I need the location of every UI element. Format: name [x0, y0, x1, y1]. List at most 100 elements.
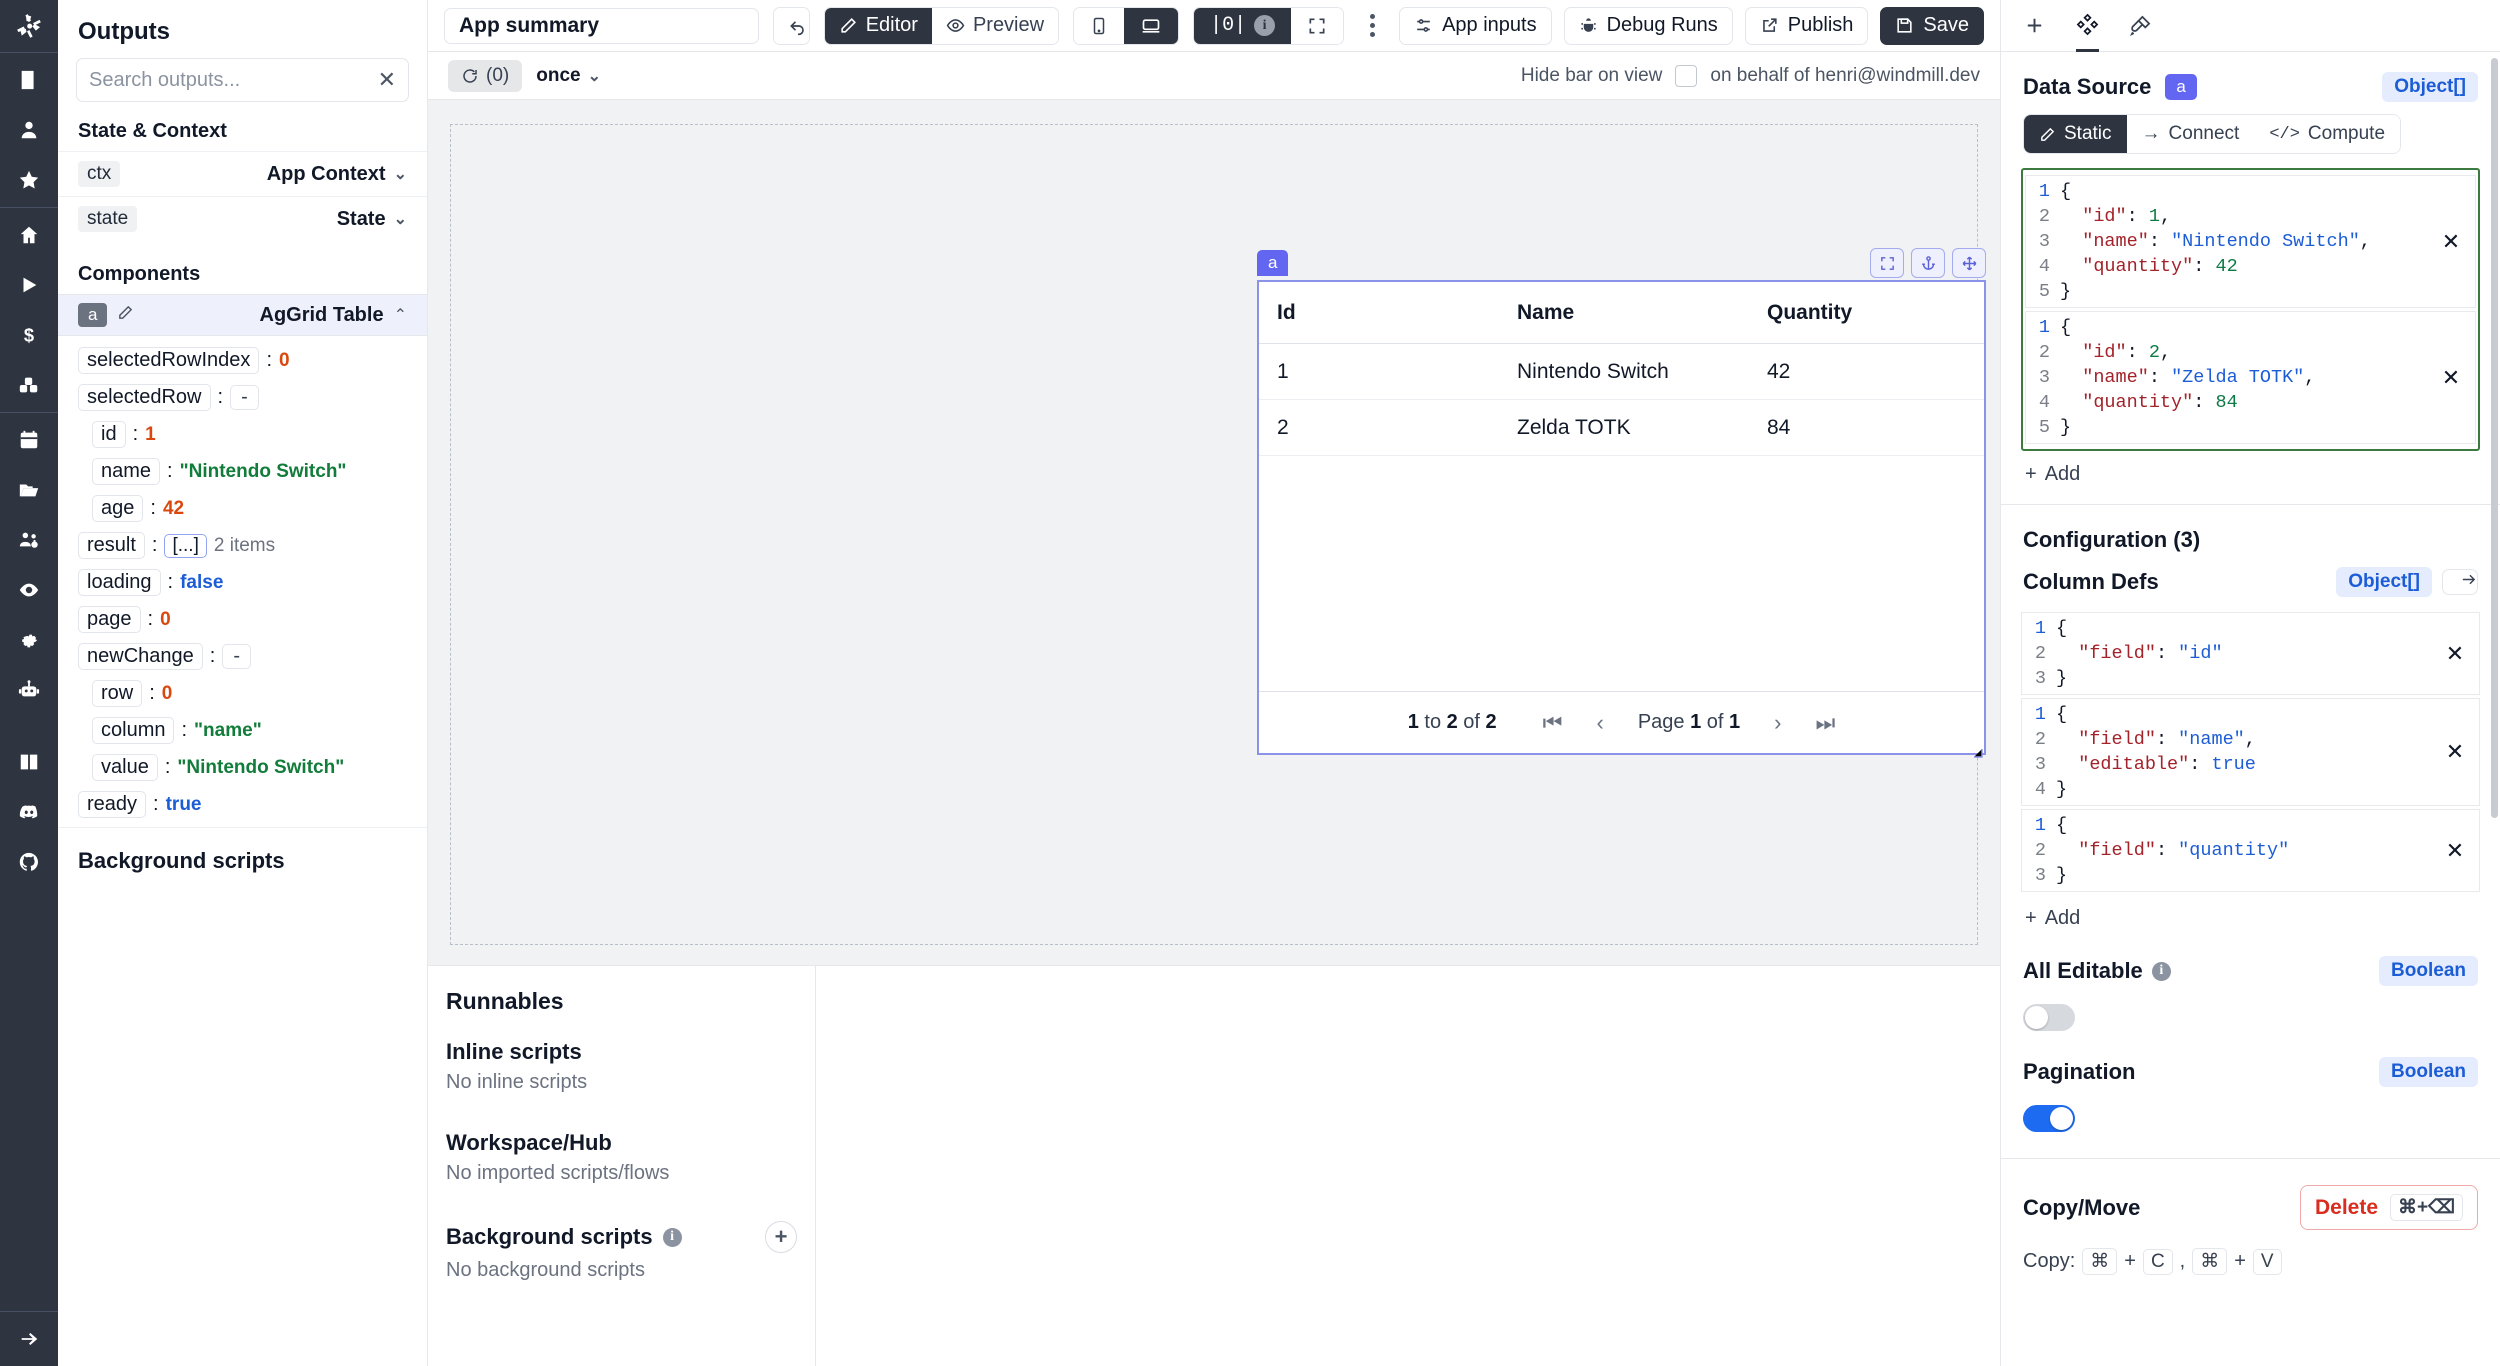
json-editor[interactable]: 1{ 2 "id": 1, 3 "name": "Nintendo Switch…	[2026, 176, 2427, 307]
app-inputs-button[interactable]: App inputs	[1399, 7, 1552, 45]
play-icon[interactable]	[12, 268, 46, 302]
component-header-aggrid[interactable]: a AgGrid Table ⌃	[58, 294, 427, 336]
clear-search-icon[interactable]: ✕	[372, 69, 396, 91]
all-editable-type-pill[interactable]: Boolean	[2379, 956, 2478, 986]
output-item[interactable]: selectedRowIndex:0	[58, 342, 427, 379]
output-item[interactable]: loading:false	[58, 564, 427, 601]
device-desktop-button[interactable]	[1124, 8, 1178, 44]
app-title-input[interactable]	[444, 8, 759, 44]
remove-item-icon[interactable]: ✕	[2431, 810, 2479, 891]
blocks-icon[interactable]	[12, 368, 46, 402]
output-item[interactable]: id:1	[58, 416, 427, 453]
json-editor[interactable]: 1{ 2 "id": 2, 3 "name": "Zelda TOTK", 4 …	[2026, 312, 2427, 443]
aggrid-table[interactable]: Id Name Quantity 1 Nintendo Switch 42	[1259, 282, 1984, 753]
mode-connect[interactable]: → Connect	[2127, 115, 2255, 153]
folder-icon[interactable]	[12, 473, 46, 507]
chevron-down-icon[interactable]: ⌄	[394, 164, 407, 184]
github-icon[interactable]	[12, 845, 46, 879]
remove-item-icon[interactable]: ✕	[2431, 613, 2479, 694]
all-editable-toggle[interactable]	[2023, 1004, 2075, 1031]
column-def-item[interactable]: 1{ 2 "field": "id" 3} ✕	[2021, 612, 2480, 695]
publish-button[interactable]: Publish	[1745, 7, 1869, 45]
debug-runs-button[interactable]: Debug Runs	[1564, 7, 1733, 45]
add-column-def-button[interactable]: + Add	[2001, 895, 2500, 942]
cell-id[interactable]: 1	[1259, 360, 1499, 384]
mode-compute[interactable]: </> Compute	[2254, 115, 2400, 153]
expand-icon[interactable]	[1870, 248, 1904, 278]
output-item[interactable]: ready:true	[58, 786, 427, 823]
aggrid-component-wrapper[interactable]: a Id Name Quantity	[1257, 280, 1986, 755]
windmill-logo-icon[interactable]	[0, 0, 58, 52]
undo-button[interactable]	[774, 8, 810, 44]
column-header-quantity[interactable]: Quantity	[1749, 301, 1984, 325]
remove-item-icon[interactable]: ✕	[2427, 176, 2475, 307]
output-item[interactable]: age:42	[58, 490, 427, 527]
table-row[interactable]: 1 Nintendo Switch 42	[1259, 344, 1984, 400]
json-editor[interactable]: 1{ 2 "field": "quantity" 3}	[2022, 810, 2431, 891]
canvas-grid[interactable]: a Id Name Quantity	[450, 124, 1978, 945]
anchor-icon[interactable]	[1911, 248, 1945, 278]
cell-quantity[interactable]: 42	[1749, 360, 1984, 384]
column-def-item[interactable]: 1{ 2 "field": "name", 3 "editable": true…	[2021, 698, 2480, 806]
remove-item-icon[interactable]: ✕	[2427, 312, 2475, 443]
page-next-icon[interactable]: ›	[1774, 710, 1781, 736]
right-panel-scrollbar[interactable]	[2491, 58, 2498, 818]
page-prev-icon[interactable]: ‹	[1596, 710, 1603, 736]
kebab-menu-icon[interactable]	[1358, 14, 1387, 37]
user-icon[interactable]	[12, 113, 46, 147]
refresh-runs-button[interactable]: (0)	[448, 60, 522, 92]
edit-component-icon[interactable]	[117, 303, 134, 327]
chevron-down-icon[interactable]: ⌄	[394, 209, 407, 229]
info-icon[interactable]: i	[663, 1228, 682, 1247]
column-defs-type-pill[interactable]: Object[]	[2336, 567, 2432, 597]
pagination-toggle[interactable]	[2023, 1105, 2075, 1132]
home-icon[interactable]	[12, 218, 46, 252]
output-value[interactable]: [...]	[164, 534, 206, 558]
search-outputs-box[interactable]: ✕	[76, 58, 409, 102]
delete-button[interactable]: Delete ⌘+⌫	[2300, 1185, 2478, 1230]
robot-icon[interactable]	[12, 673, 46, 707]
page-first-icon[interactable]: ⏮	[1543, 710, 1563, 736]
output-item[interactable]: column:"name"	[58, 712, 427, 749]
fullscreen-button[interactable]	[1291, 8, 1343, 44]
device-mobile-button[interactable]	[1074, 8, 1124, 44]
add-background-script-button[interactable]: +	[765, 1221, 797, 1253]
resize-handle[interactable]	[1971, 740, 1983, 752]
outputs-row-state[interactable]: state State⌄	[58, 196, 427, 241]
output-item[interactable]: row:0	[58, 675, 427, 712]
column-header-name[interactable]: Name	[1499, 301, 1749, 325]
component-settings-tab[interactable]	[2076, 0, 2099, 52]
data-source-item[interactable]: 1{ 2 "id": 2, 3 "name": "Zelda TOTK", 4 …	[2025, 311, 2476, 444]
json-editor[interactable]: 1{ 2 "field": "name", 3 "editable": true…	[2022, 699, 2431, 805]
page-last-icon[interactable]: ⏭	[1815, 710, 1835, 736]
building-icon[interactable]	[12, 63, 46, 97]
zero-state-button[interactable]: |0| i	[1194, 8, 1291, 44]
cell-quantity[interactable]: 84	[1749, 416, 1984, 440]
column-defs-edit-button[interactable]	[2443, 570, 2460, 594]
mode-static[interactable]: Static	[2024, 115, 2127, 153]
output-item[interactable]: value:"Nintendo Switch"	[58, 749, 427, 786]
tab-preview[interactable]: Preview	[932, 8, 1058, 44]
info-icon[interactable]: i	[2152, 962, 2171, 981]
discord-icon[interactable]	[12, 795, 46, 829]
right-panel-scroll[interactable]: Data Source a Object[] Static → Connect …	[2001, 52, 2500, 1366]
search-outputs-input[interactable]	[89, 69, 372, 92]
arrow-right-icon[interactable]	[12, 1322, 46, 1356]
tab-editor[interactable]: Editor	[825, 8, 932, 44]
canvas-area[interactable]: a Id Name Quantity	[428, 100, 2000, 966]
cell-name[interactable]: Zelda TOTK	[1499, 416, 1749, 440]
book-icon[interactable]	[12, 745, 46, 779]
chevron-up-icon[interactable]: ⌃	[394, 305, 407, 325]
cell-name[interactable]: Nintendo Switch	[1499, 360, 1749, 384]
output-item[interactable]: selectedRow:-	[58, 379, 427, 416]
users-cog-icon[interactable]	[12, 523, 46, 557]
remove-item-icon[interactable]: ✕	[2431, 699, 2479, 805]
column-def-item[interactable]: 1{ 2 "field": "quantity" 3} ✕	[2021, 809, 2480, 892]
star-icon[interactable]	[12, 163, 46, 197]
output-item[interactable]: result:[...]2 items	[58, 527, 427, 564]
output-item[interactable]: name:"Nintendo Switch"	[58, 453, 427, 490]
styling-tab[interactable]	[2129, 0, 2152, 52]
move-icon[interactable]	[1952, 248, 1986, 278]
data-source-item[interactable]: 1{ 2 "id": 1, 3 "name": "Nintendo Switch…	[2025, 175, 2476, 308]
pagination-type-pill[interactable]: Boolean	[2379, 1057, 2478, 1087]
